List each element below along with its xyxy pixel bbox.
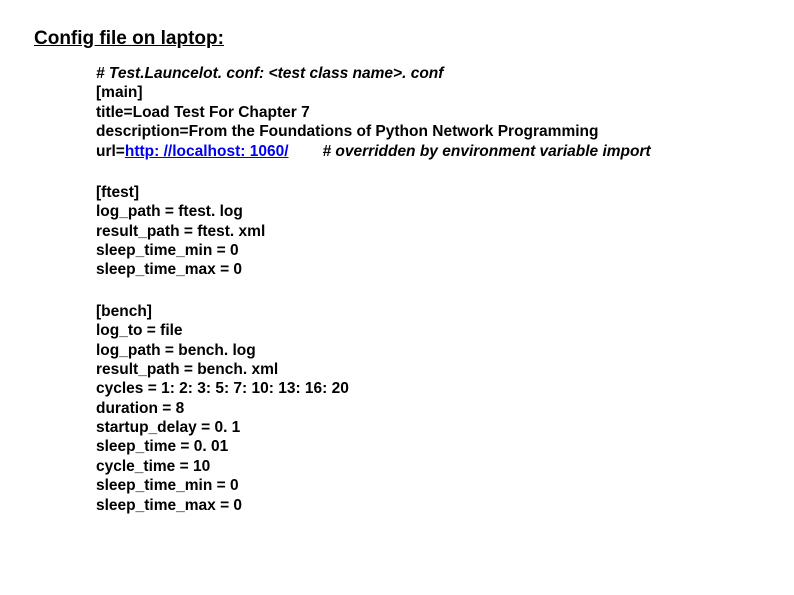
ftest-log-path-line: log_path = ftest. log [96,202,760,221]
bench-sleep-min-line: sleep_time_min = 0 [96,476,760,495]
bench-cycle-time-line: cycle_time = 10 [96,457,760,476]
main-section: # Test.Launcelot. conf: <test class name… [96,64,760,161]
page-heading: Config file on laptop: [34,28,760,50]
bench-result-path-line: result_path = bench. xml [96,360,760,379]
url-comment: # overridden by environment variable imp… [323,143,651,160]
bench-section-header: [bench] [96,302,760,321]
ftest-sleep-min-line: sleep_time_min = 0 [96,241,760,260]
bench-sleep-time-line: sleep_time = 0. 01 [96,437,760,456]
bench-log-to-line: log_to = file [96,321,760,340]
bench-startup-delay-line: startup_delay = 0. 1 [96,418,760,437]
url-link[interactable]: http: //localhost: 1060/ [125,143,289,160]
bench-sleep-max-line: sleep_time_max = 0 [96,496,760,515]
config-comment: # Test.Launcelot. conf: <test class name… [96,64,760,83]
main-section-header: [main] [96,83,760,102]
bench-duration-line: duration = 8 [96,399,760,418]
main-url-line: url=http: //localhost: 1060/ # overridden… [96,142,760,161]
bench-cycles-line: cycles = 1: 2: 3: 5: 7: 10: 13: 16: 20 [96,379,760,398]
main-description-line: description=From the Foundations of Pyth… [96,122,760,141]
bench-log-path-line: log_path = bench. log [96,341,760,360]
url-prefix: url= [96,143,125,160]
ftest-sleep-max-line: sleep_time_max = 0 [96,260,760,279]
config-content: # Test.Launcelot. conf: <test class name… [96,64,760,515]
ftest-section-header: [ftest] [96,183,760,202]
ftest-result-path-line: result_path = ftest. xml [96,222,760,241]
ftest-section: [ftest] log_path = ftest. log result_pat… [96,183,760,280]
main-title-line: title=Load Test For Chapter 7 [96,103,760,122]
bench-section: [bench] log_to = file log_path = bench. … [96,302,760,515]
